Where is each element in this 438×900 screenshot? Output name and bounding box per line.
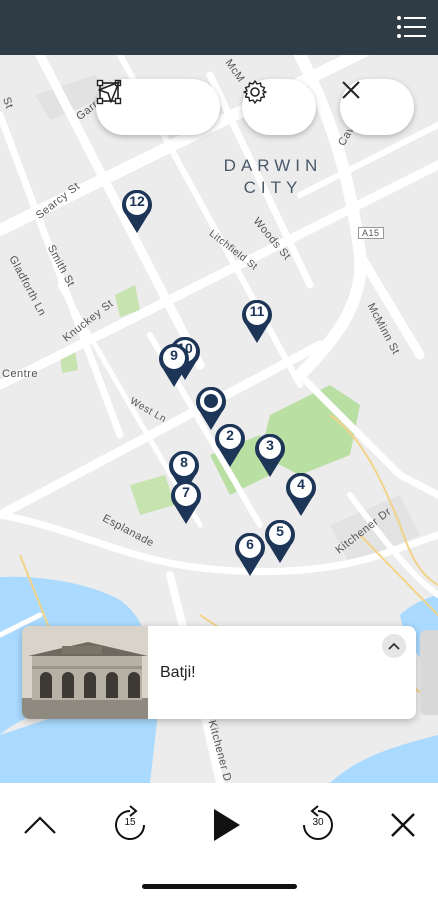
map-pin-11[interactable]: 11	[240, 300, 274, 344]
map-pin-3[interactable]: 3	[253, 434, 287, 478]
district-line-1: DARWIN	[223, 156, 323, 175]
story-card[interactable]: Batji!	[22, 626, 416, 719]
highway-badge: A15	[358, 227, 384, 239]
pin-3-number: 3	[266, 437, 274, 453]
map-pin-6[interactable]: 6	[233, 533, 267, 577]
pin-6-number: 6	[246, 536, 254, 552]
next-card-peek[interactable]	[420, 630, 438, 715]
street-centre: Centre	[2, 368, 39, 380]
map-pin-5[interactable]: 5	[263, 520, 297, 564]
pin-4-number: 4	[297, 476, 305, 492]
map-pin-7[interactable]: 7	[169, 481, 203, 525]
close-player-button[interactable]	[381, 803, 425, 847]
close-map-chip	[340, 79, 414, 135]
menu-list-icon[interactable]	[396, 14, 426, 40]
map-tools-chip	[96, 79, 220, 135]
pin-2-number: 2	[226, 427, 234, 443]
close-icon[interactable]	[342, 81, 397, 127]
close-icon	[391, 813, 415, 837]
pin-8-number: 8	[180, 454, 188, 470]
forward-30-button[interactable]: 30	[296, 803, 340, 847]
map-pin-2[interactable]: 2	[213, 424, 247, 468]
chevron-up-icon[interactable]	[18, 803, 62, 847]
pin-9-number: 9	[170, 347, 178, 363]
pin-12-number: 12	[129, 193, 145, 209]
navigation-arrow-icon[interactable]	[98, 81, 198, 127]
forward-seconds-label: 30	[312, 817, 324, 828]
chevron-up-icon[interactable]	[382, 634, 406, 658]
pin-5-number: 5	[276, 523, 284, 539]
audio-player: 15 30	[0, 783, 438, 900]
play-icon	[214, 809, 240, 841]
rewind-seconds-label: 15	[124, 817, 136, 828]
district-line-2: CITY	[243, 178, 303, 197]
play-button[interactable]	[204, 803, 248, 847]
story-thumbnail	[22, 626, 148, 719]
map-pin-12[interactable]: 12	[120, 190, 154, 234]
pin-7-number: 7	[182, 484, 190, 500]
story-title: Batji!	[160, 664, 196, 681]
select-area-icon[interactable]	[96, 79, 158, 127]
top-bar	[0, 0, 438, 55]
settings-chip	[242, 79, 316, 135]
pin-11-number: 11	[249, 303, 265, 319]
map-pin-9[interactable]: 9	[157, 344, 191, 388]
map-pin-4[interactable]: 4	[284, 473, 318, 517]
district-label: DARWIN CITY	[218, 155, 328, 199]
rewind-15-button[interactable]: 15	[108, 803, 152, 847]
gear-icon[interactable]	[243, 80, 299, 127]
home-indicator[interactable]	[142, 884, 297, 889]
